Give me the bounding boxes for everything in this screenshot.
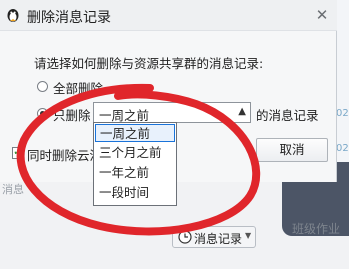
background-number: 02 xyxy=(336,108,349,119)
clock-icon xyxy=(178,230,192,244)
message-history-label: 消息记录 xyxy=(194,232,243,246)
dropdown-option[interactable]: 一年之前 xyxy=(95,164,175,182)
delete-cloud-checkbox[interactable] xyxy=(12,145,24,159)
radio-delete-only[interactable] xyxy=(37,108,48,119)
dialog-title: 删除消息记录 xyxy=(27,10,111,26)
radio-delete-all[interactable] xyxy=(37,81,48,92)
period-dropdown-list: 一周之前 三个月之前 一年之前 一段时间 xyxy=(93,122,177,206)
close-icon[interactable]: ✕ xyxy=(315,8,329,23)
dropdown-option[interactable]: 一段时间 xyxy=(95,184,175,202)
chevron-down-icon[interactable]: ▲ xyxy=(238,106,246,117)
background-message-label: 消息 xyxy=(2,183,24,196)
cancel-button[interactable]: 取消 xyxy=(256,138,328,162)
background-number: 02 xyxy=(336,143,349,154)
after-select-label: 的消息记录 xyxy=(256,108,319,123)
chevron-down-icon: ▼ xyxy=(245,231,252,240)
background-numbers: 02 02 xyxy=(336,96,349,166)
delete-cloud-checkbox-label[interactable]: 同时删除云消息记录 xyxy=(27,145,93,164)
dropdown-option[interactable]: 一周之前 xyxy=(95,124,175,142)
dropdown-option[interactable]: 三个月之前 xyxy=(95,144,175,162)
dialog-prompt: 请选择如何删除与资源共享群的消息记录: xyxy=(34,56,264,71)
dialog-titlebar[interactable]: 删除消息记录 ✕ xyxy=(0,0,337,31)
radio-delete-only-label[interactable]: 只删除 xyxy=(53,105,91,124)
message-history-button[interactable]: 消息记录 ▼ xyxy=(172,226,256,248)
radio-delete-all-label[interactable]: 全部删除 xyxy=(53,78,103,97)
period-select[interactable]: 一周之前 ▲ xyxy=(93,102,251,123)
qq-penguin-icon xyxy=(7,9,19,22)
background-class-homework-label[interactable]: 班级作业 xyxy=(292,220,340,237)
